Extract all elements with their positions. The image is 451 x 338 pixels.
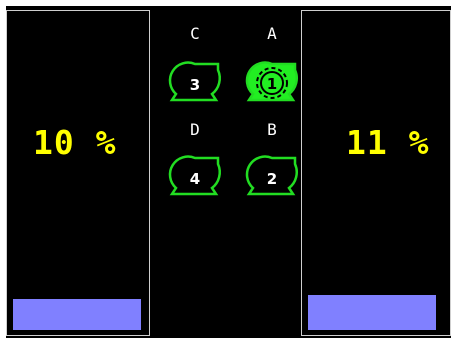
pump-b-letter: B	[267, 120, 277, 139]
pump-icon: 2	[245, 155, 298, 196]
pump-b-number: 2	[267, 170, 277, 188]
pump-a[interactable]: 1	[243, 56, 301, 108]
pump-d-number: 4	[190, 170, 200, 188]
pump-icon: 3	[168, 61, 221, 102]
pump-running-icon: 1	[245, 61, 298, 102]
tank-right-level-text: 11 %	[346, 123, 430, 162]
pump-icon: 4	[168, 155, 221, 196]
pump-d[interactable]: 4	[166, 150, 224, 202]
pump-b[interactable]: 2	[243, 150, 301, 202]
tank-left-level-text: 10 %	[33, 123, 117, 162]
pump-c-number: 3	[190, 76, 200, 94]
tank-left-level-bar	[13, 299, 141, 330]
pump-a-number: 1	[267, 75, 277, 93]
pump-a-letter: A	[267, 24, 277, 43]
tank-right-level-bar	[308, 295, 436, 330]
pump-c-letter: C	[190, 24, 200, 43]
tank-left: 10 %	[6, 10, 150, 336]
pump-c[interactable]: 3	[166, 56, 224, 108]
tank-right: 11 %	[301, 10, 451, 336]
pump-d-letter: D	[190, 120, 200, 139]
